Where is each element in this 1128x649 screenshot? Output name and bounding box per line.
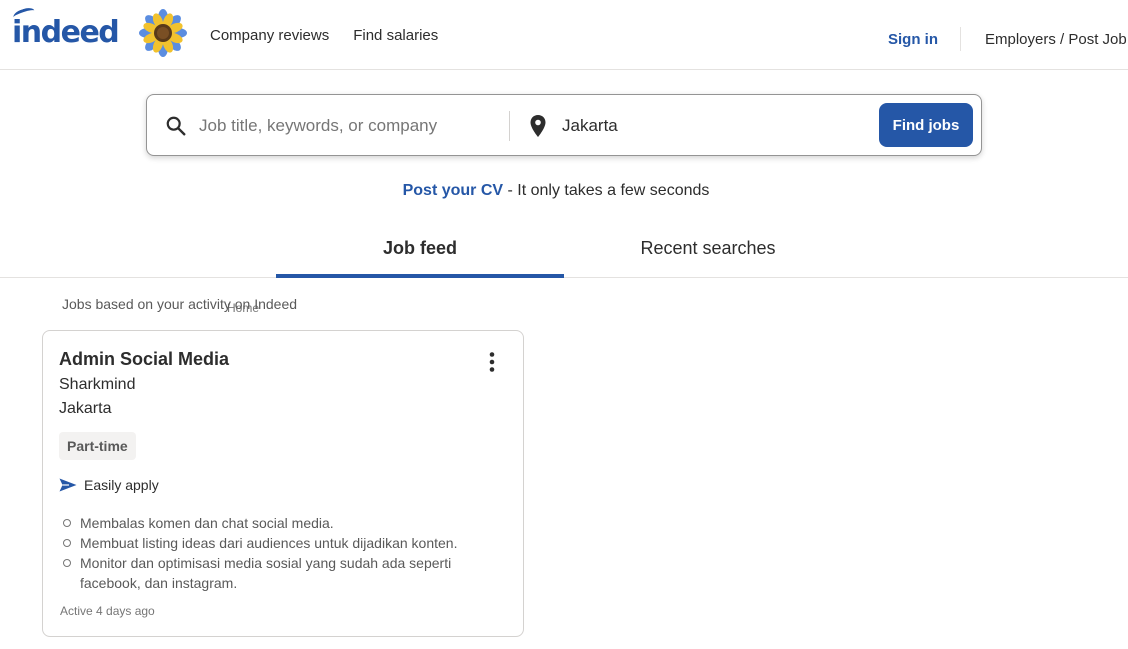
job-activity-date: Active 4 days ago	[60, 604, 155, 618]
employers-post-job-link[interactable]: Employers / Post Job	[985, 31, 1127, 48]
feed-tabs: Job feed Recent searches	[0, 220, 1128, 278]
tab-recent-searches[interactable]: Recent searches	[564, 220, 852, 277]
main-nav: Home Company reviews Find salaries	[210, 0, 462, 343]
job-location: Jakarta	[59, 400, 112, 417]
what-search-input[interactable]	[199, 107, 499, 145]
indeed-logo[interactable]: indeed	[11, 5, 120, 52]
sunflower-icon	[139, 9, 187, 57]
list-item: Monitor dan optimisasi media sosial yang…	[59, 553, 499, 593]
nav-company-reviews-label: Company reviews	[210, 26, 330, 44]
list-item: Membuat listing ideas dari audiences unt…	[59, 533, 499, 553]
easily-apply-label: Easily apply	[59, 477, 159, 493]
job-title[interactable]: Admin Social Media	[59, 349, 229, 370]
find-jobs-button[interactable]: Find jobs	[879, 103, 973, 147]
search-separator	[509, 111, 510, 141]
job-snippet-list: Membalas komen dan chat social media. Me…	[59, 513, 499, 593]
header-divider	[960, 27, 961, 51]
feed-caption: Jobs based on your activity on Indeed	[62, 296, 298, 312]
sign-in-link[interactable]: Sign in	[888, 31, 938, 48]
tab-job-feed[interactable]: Job feed	[276, 220, 564, 278]
easily-apply-text: Easily apply	[84, 477, 159, 493]
post-cv-banner: Post your CV - It only takes a few secon…	[0, 182, 1112, 200]
more-vertical-icon[interactable]	[479, 349, 505, 375]
job-type-badge: Part-time	[59, 432, 136, 460]
nav-company-reviews[interactable]: Company reviews	[210, 0, 329, 70]
search-icon	[166, 116, 186, 136]
job-card[interactable]: Admin Social Media Sharkmind Jakarta Par…	[42, 330, 524, 637]
nav-find-salaries-label: Find salaries	[353, 26, 439, 44]
company-name: Sharkmind	[59, 376, 136, 393]
post-cv-text: - It only takes a few seconds	[503, 182, 710, 199]
list-item: Membalas komen dan chat social media.	[59, 513, 499, 533]
logo-wordmark: indeed	[11, 5, 120, 50]
tab-recent-searches-label: Recent searches	[640, 238, 776, 258]
where-location-input[interactable]	[562, 107, 862, 145]
location-pin-icon	[530, 115, 546, 137]
logo-text: indeed	[12, 14, 120, 50]
top-header: indeed Home Company reviews Find salarie…	[0, 0, 1128, 343]
post-cv-link[interactable]: Post your CV	[403, 182, 503, 199]
nav-find-salaries[interactable]: Find salaries	[353, 0, 438, 70]
job-search-form: Find jobs	[146, 94, 982, 156]
tab-job-feed-label: Job feed	[382, 238, 457, 258]
send-arrow-icon	[59, 478, 77, 492]
